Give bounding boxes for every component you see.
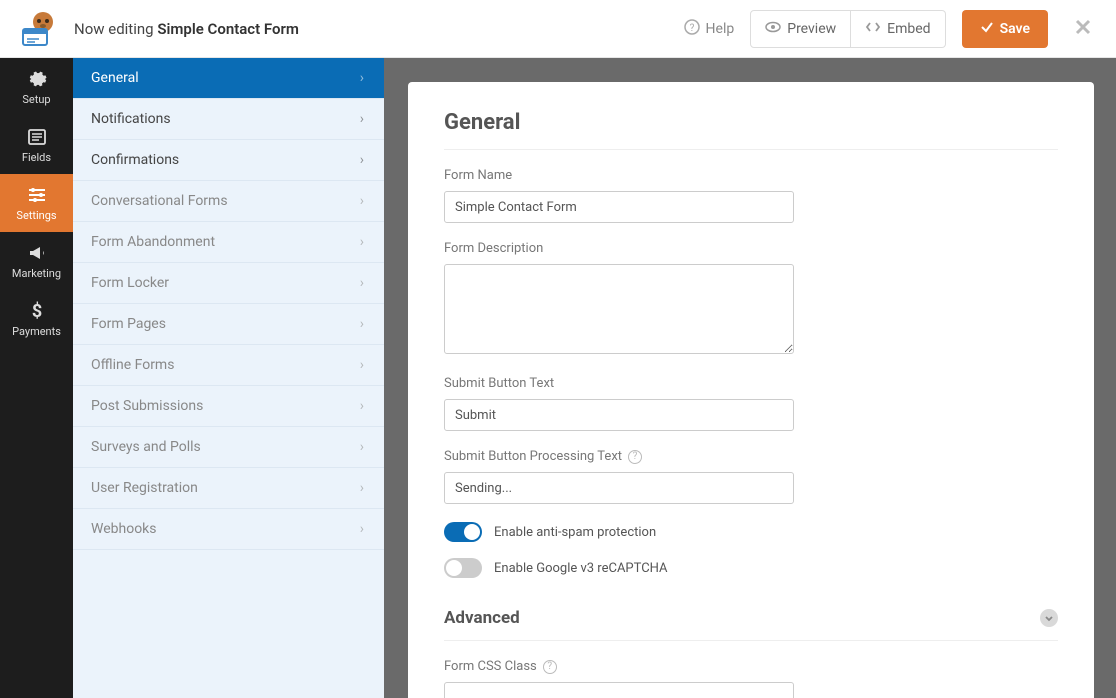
settings-menu-item[interactable]: Surveys and Polls ›: [73, 427, 384, 468]
help-link[interactable]: ? Help: [684, 19, 735, 39]
settings-menu-label: Form Pages: [91, 316, 166, 332]
help-icon: ?: [684, 19, 700, 39]
rail-item-label: Payments: [12, 325, 61, 338]
bullhorn-icon: [27, 243, 47, 263]
chevron-down-icon[interactable]: [1040, 609, 1058, 627]
settings-menu-label: Offline Forms: [91, 357, 174, 373]
chevron-right-icon: ›: [360, 70, 364, 86]
rail-item-setup[interactable]: Setup: [0, 58, 73, 116]
chevron-right-icon: ›: [360, 439, 364, 455]
settings-menu-item[interactable]: Notifications ›: [73, 99, 384, 140]
submit-processing-text-input[interactable]: [444, 472, 794, 504]
panel-heading: General: [444, 110, 1058, 149]
settings-menu-item[interactable]: Confirmations ›: [73, 140, 384, 181]
rail-item-label: Setup: [22, 93, 50, 106]
submit-button-text-input[interactable]: [444, 399, 794, 431]
rail-item-fields[interactable]: Fields: [0, 116, 73, 174]
settings-panel: General Form Name Form Description Submi…: [408, 82, 1094, 698]
settings-menu-item[interactable]: Webhooks ›: [73, 509, 384, 550]
chevron-right-icon: ›: [360, 111, 364, 127]
submit-button-text-label: Submit Button Text: [444, 376, 1058, 391]
dollar-icon: $: [27, 301, 47, 321]
rail-item-label: Fields: [22, 151, 51, 164]
settings-menu-item[interactable]: Form Pages ›: [73, 304, 384, 345]
svg-text:?: ?: [689, 23, 694, 34]
form-canvas: General Form Name Form Description Submi…: [384, 58, 1116, 698]
form-css-class-input[interactable]: [444, 682, 794, 698]
close-icon[interactable]: [1074, 18, 1092, 40]
chevron-right-icon: ›: [360, 234, 364, 250]
settings-menu-item[interactable]: Form Abandonment ›: [73, 222, 384, 263]
rail-item-marketing[interactable]: Marketing: [0, 232, 73, 290]
settings-menu-label: Post Submissions: [91, 398, 203, 414]
chevron-right-icon: ›: [360, 521, 364, 537]
settings-menu-label: Surveys and Polls: [91, 439, 201, 455]
form-name-input[interactable]: [444, 191, 794, 223]
help-icon[interactable]: ?: [543, 660, 557, 674]
sliders-icon: [27, 185, 47, 205]
gear-icon: [27, 69, 47, 89]
settings-menu-label: General: [91, 70, 139, 86]
chevron-right-icon: ›: [360, 398, 364, 414]
settings-menu-item[interactable]: Form Locker ›: [73, 263, 384, 304]
chevron-right-icon: ›: [360, 193, 364, 209]
settings-menu-label: Notifications: [91, 111, 171, 127]
settings-menu-item[interactable]: General ›: [73, 58, 384, 99]
advanced-heading: Advanced: [444, 608, 520, 628]
top-toolbar: Now editing Simple Contact Form ? Help P…: [0, 0, 1116, 58]
settings-menu-item[interactable]: User Registration ›: [73, 468, 384, 509]
top-button-group: Preview Embed: [750, 10, 945, 48]
embed-button[interactable]: Embed: [851, 10, 945, 48]
svg-text:$: $: [31, 301, 41, 321]
check-icon: [980, 20, 994, 38]
save-button[interactable]: Save: [962, 10, 1048, 48]
form-name-label: Form Name: [444, 168, 1058, 183]
rail-item-payments[interactable]: $ Payments: [0, 290, 73, 348]
recaptcha-label: Enable Google v3 reCAPTCHA: [494, 561, 668, 576]
code-icon: [865, 19, 881, 39]
app-logo: [14, 9, 58, 49]
settings-menu-item[interactable]: Offline Forms ›: [73, 345, 384, 386]
form-description-label: Form Description: [444, 241, 1058, 256]
chevron-right-icon: ›: [360, 357, 364, 373]
editing-label: Now editing Simple Contact Form: [74, 20, 299, 38]
settings-menu-label: Confirmations: [91, 152, 179, 168]
chevron-right-icon: ›: [360, 275, 364, 291]
settings-menu-label: Form Abandonment: [91, 234, 215, 250]
rail-item-label: Marketing: [12, 267, 61, 280]
settings-menu-label: User Registration: [91, 480, 198, 496]
settings-submenu: General›Notifications›Confirmations›Conv…: [73, 58, 384, 698]
submit-processing-text-label: Submit Button Processing Text ?: [444, 449, 1058, 464]
chevron-right-icon: ›: [360, 480, 364, 496]
antispam-label: Enable anti-spam protection: [494, 525, 656, 540]
settings-menu-item[interactable]: Post Submissions ›: [73, 386, 384, 427]
recaptcha-toggle[interactable]: [444, 558, 482, 578]
chevron-right-icon: ›: [360, 152, 364, 168]
help-icon[interactable]: ?: [628, 450, 642, 464]
eye-icon: [765, 19, 781, 39]
settings-menu-label: Conversational Forms: [91, 193, 228, 209]
form-description-input[interactable]: [444, 264, 794, 354]
preview-button[interactable]: Preview: [750, 10, 851, 48]
left-rail: Setup Fields Settings Marketing $ Payments: [0, 58, 73, 698]
settings-menu-label: Form Locker: [91, 275, 169, 291]
list-icon: [27, 127, 47, 147]
chevron-right-icon: ›: [360, 316, 364, 332]
settings-menu-item[interactable]: Conversational Forms ›: [73, 181, 384, 222]
rail-item-label: Settings: [16, 209, 56, 222]
antispam-toggle[interactable]: [444, 522, 482, 542]
form-css-class-label: Form CSS Class ?: [444, 659, 1058, 674]
settings-menu-label: Webhooks: [91, 521, 157, 537]
rail-item-settings[interactable]: Settings: [0, 174, 73, 232]
